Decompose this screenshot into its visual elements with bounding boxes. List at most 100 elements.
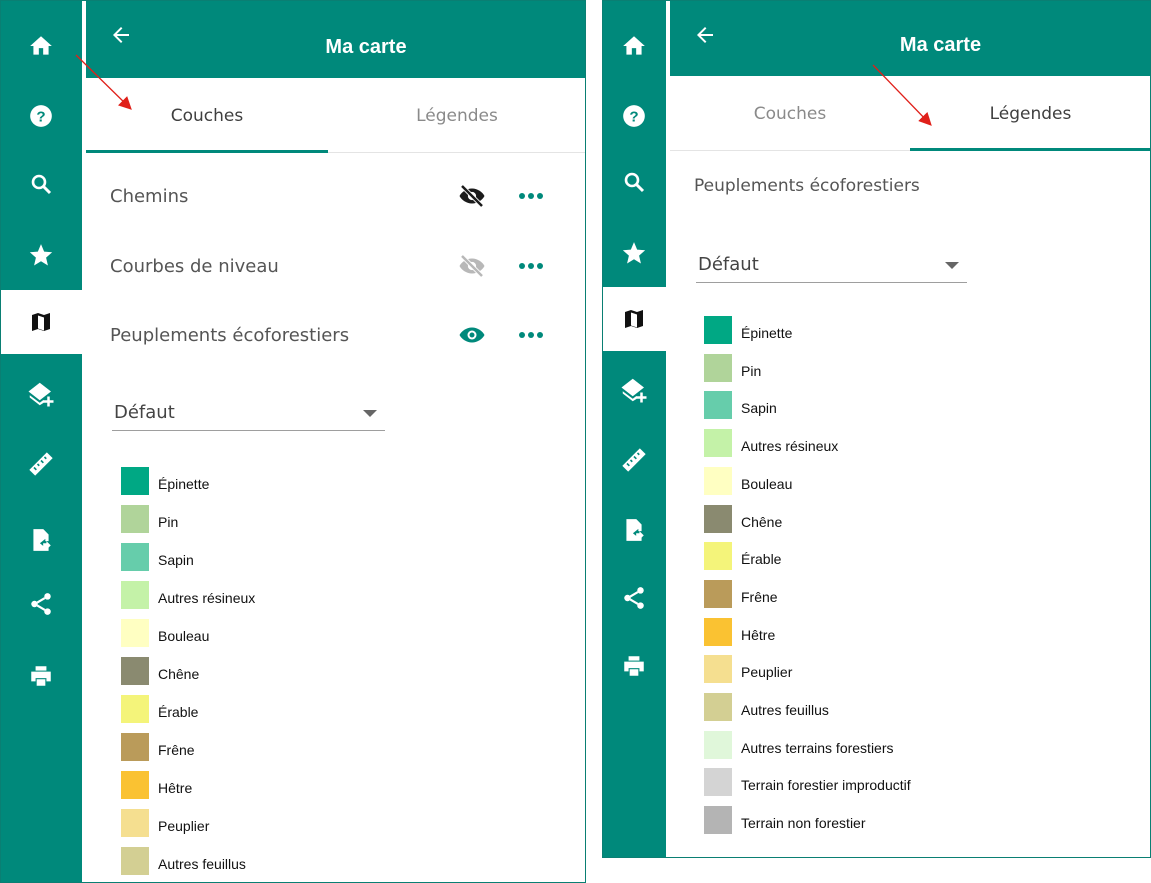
rail-search[interactable] xyxy=(602,150,666,214)
legend-label: Érable xyxy=(741,551,782,568)
legend-label: Érable xyxy=(158,704,199,720)
arrow-left-icon xyxy=(113,27,129,43)
legend-label: Autres feuillus xyxy=(158,856,246,872)
legend-label: Peuplier xyxy=(158,818,210,834)
rail-favorites[interactable] xyxy=(602,221,666,285)
legend-swatch xyxy=(121,581,149,609)
legend-label: Épinette xyxy=(741,325,793,341)
layer-menu-button[interactable] xyxy=(516,254,546,278)
svg-text:?: ? xyxy=(629,108,638,125)
tab-legendes[interactable]: Légendes xyxy=(328,78,586,154)
legend-swatch xyxy=(121,847,149,875)
legend-swatch xyxy=(704,429,732,458)
layer-row: Courbes de niveau xyxy=(110,238,560,294)
nav-rail: ? xyxy=(602,0,666,858)
home-icon xyxy=(30,36,52,55)
legend-swatch xyxy=(121,619,149,647)
legend-label: Hêtre xyxy=(741,626,776,643)
tab-bar: Couches Légendes xyxy=(670,76,1151,152)
legend-swatch xyxy=(121,771,149,799)
tab-bar: Couches Légendes xyxy=(86,78,586,154)
rail-search[interactable] xyxy=(0,152,82,216)
legend-label: Chêne xyxy=(741,513,783,530)
print-icon xyxy=(624,656,644,676)
style-select-value: Défaut xyxy=(698,254,759,275)
left-panel: ? Ma carte Couches Légendes Chemins Cour… xyxy=(0,0,586,883)
layer-menu-button[interactable] xyxy=(516,323,546,347)
legend-label: Bouleau xyxy=(158,628,210,644)
legend-swatch xyxy=(704,806,732,835)
rail-export[interactable] xyxy=(602,498,666,562)
page-title: Ma carte xyxy=(899,34,982,56)
more-horizontal-icon xyxy=(519,332,543,338)
add-layer-icon xyxy=(28,382,54,407)
legend-swatch xyxy=(704,504,732,533)
visibility-toggle[interactable] xyxy=(456,319,488,351)
legend-label: Terrain non forestier xyxy=(741,815,866,832)
legend-swatch xyxy=(704,730,732,759)
rail-map[interactable] xyxy=(0,290,82,354)
star-icon xyxy=(29,244,53,266)
back-button[interactable] xyxy=(692,22,718,48)
caret-down-icon xyxy=(363,410,377,417)
add-layer-icon xyxy=(621,378,647,403)
legend-swatch xyxy=(121,467,149,495)
tab-divider xyxy=(670,150,910,151)
legend-label: Pin xyxy=(158,514,179,530)
rail-measure[interactable] xyxy=(602,428,666,492)
export-file-icon xyxy=(33,529,51,551)
legend-label: Hêtre xyxy=(158,780,193,796)
legend-swatch xyxy=(704,655,732,684)
legend-swatch xyxy=(704,353,732,382)
legend-swatch xyxy=(704,693,732,721)
tab-couches[interactable]: Couches xyxy=(86,78,328,154)
rail-share[interactable] xyxy=(602,566,666,630)
rail-help[interactable]: ? xyxy=(602,84,666,148)
legend-label: Frêne xyxy=(158,742,195,758)
style-select[interactable]: Défaut xyxy=(112,396,385,431)
rail-print[interactable] xyxy=(0,644,82,708)
home-icon xyxy=(623,36,645,55)
rail-help[interactable]: ? xyxy=(0,84,82,148)
eye-icon xyxy=(459,327,485,343)
rail-export[interactable] xyxy=(0,508,82,572)
legend-swatch xyxy=(704,579,732,608)
eye-off-icon xyxy=(459,254,485,278)
back-button[interactable] xyxy=(108,22,134,48)
help-icon: ? xyxy=(623,105,645,127)
legend-swatch xyxy=(704,316,732,344)
tab-legendes[interactable]: Légendes xyxy=(910,76,1151,152)
tab-couches[interactable]: Couches xyxy=(670,76,910,152)
layer-row: Peuplements écoforestiers xyxy=(110,307,560,363)
rail-print[interactable] xyxy=(602,634,666,698)
legend-swatch xyxy=(121,657,149,685)
rail-add-layer[interactable] xyxy=(602,358,666,422)
legend-label: Sapin xyxy=(741,400,777,417)
legend-swatch xyxy=(121,505,149,533)
rail-home[interactable] xyxy=(0,14,82,78)
legend-label: Sapin xyxy=(158,552,194,568)
legend-label: Autres feuillus xyxy=(741,702,829,718)
rail-measure[interactable] xyxy=(0,432,82,496)
legend-swatch xyxy=(121,695,149,723)
rail-favorites[interactable] xyxy=(0,223,82,287)
layer-row: Chemins xyxy=(110,168,560,224)
rail-map[interactable] xyxy=(602,287,666,351)
visibility-toggle[interactable] xyxy=(456,250,488,282)
rail-share[interactable] xyxy=(0,572,82,636)
map-icon xyxy=(625,310,643,328)
legend-swatch xyxy=(704,617,732,646)
layer-menu-button[interactable] xyxy=(516,184,546,208)
rail-add-layer[interactable] xyxy=(0,362,82,426)
visibility-toggle[interactable] xyxy=(456,180,488,212)
arrow-left-icon xyxy=(697,27,713,43)
legend-label: Terrain forestier improductif xyxy=(741,777,911,794)
legend-label: Frêne xyxy=(741,588,778,605)
style-select-value: Défaut xyxy=(114,402,175,423)
legend-label: Peuplier xyxy=(741,664,793,681)
legend-label: Autres résineux xyxy=(741,438,839,455)
style-select[interactable]: Défaut xyxy=(696,248,967,283)
search-icon xyxy=(31,174,52,195)
right-panel: ? Ma carte Couches Légendes Peuplements … xyxy=(602,0,1151,858)
rail-home[interactable] xyxy=(602,14,666,78)
